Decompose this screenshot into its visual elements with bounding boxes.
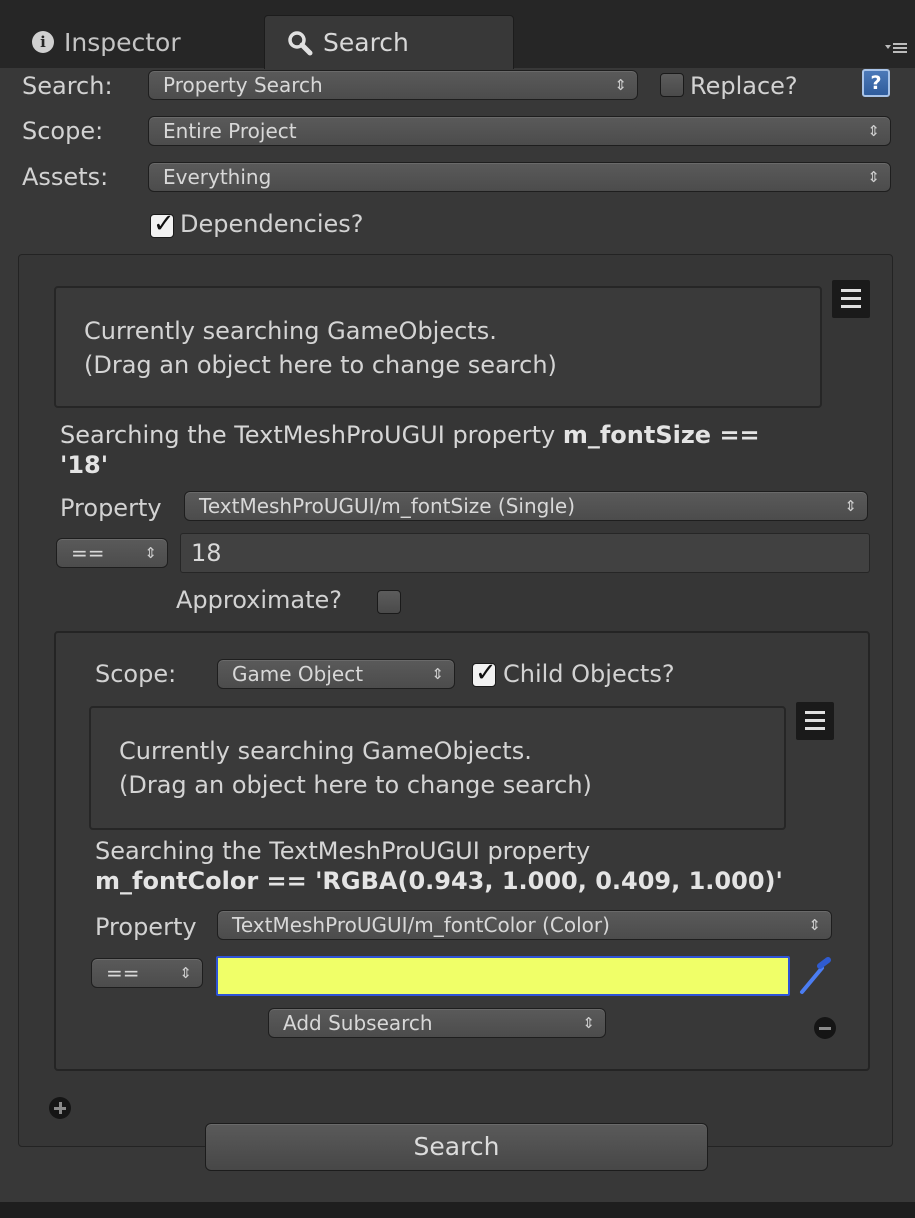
subsearch-property-label: Property [95, 913, 197, 941]
drop-zone-line2: (Drag an object here to change search) [84, 351, 557, 379]
approximate-checkbox[interactable] [377, 590, 401, 614]
subsearch-drop-zone[interactable]: Currently searching GameObjects. (Drag a… [89, 706, 786, 830]
hamburger-menu-icon[interactable] [832, 280, 870, 318]
dropdown-arrows-icon: ⇕ [431, 665, 444, 683]
tab-search-label: Search [323, 28, 409, 57]
subsearch-drop-line2: (Drag an object here to change search) [119, 771, 592, 799]
checkmark-icon: ✓ [475, 658, 497, 688]
description-condition: m_fontSize == [562, 421, 760, 449]
subsearch-scope-dropdown[interactable]: Game Object ⇕ [217, 659, 455, 689]
child-objects-checkbox[interactable]: ✓ [472, 658, 497, 688]
search-button[interactable]: Search [205, 1123, 708, 1171]
child-objects-label: Child Objects? [503, 660, 675, 688]
scope-dropdown[interactable]: Entire Project ⇕ [148, 116, 891, 146]
remove-icon[interactable] [814, 1017, 836, 1039]
dropdown-arrows-icon: ⇕ [808, 916, 821, 934]
subsearch-property-dropdown[interactable]: TextMeshProUGUI/m_fontColor (Color) ⇕ [217, 910, 832, 940]
assets-dropdown[interactable]: Everything ⇕ [148, 162, 891, 192]
search-mode-label: Search: [22, 72, 113, 100]
dropdown-arrows-icon: ⇕ [867, 122, 880, 140]
search-mode-value: Property Search [163, 73, 323, 97]
magnifier-icon [288, 30, 313, 55]
property-dropdown[interactable]: TextMeshProUGUI/m_fontSize (Single) ⇕ [184, 491, 868, 521]
dependencies-checkbox[interactable]: ✓ [150, 209, 175, 239]
search-mode-dropdown[interactable]: Property Search ⇕ [148, 70, 638, 100]
info-icon: i [32, 31, 54, 53]
tab-inspector-label: Inspector [64, 27, 181, 57]
subsearch-property-value: TextMeshProUGUI/m_fontColor (Color) [232, 913, 610, 937]
tab-inspector[interactable]: i Inspector [32, 15, 262, 69]
hamburger-menu-icon[interactable] [796, 702, 834, 740]
operator-value: == [71, 541, 105, 565]
dropdown-arrows-icon: ⇕ [867, 168, 880, 186]
dropdown-arrows-icon: ⇕ [144, 544, 157, 562]
subsearch-description: Searching the TextMeshProUGUI property m… [95, 836, 865, 896]
subsearch-operator-value: == [106, 961, 140, 985]
assets-label: Assets: [22, 163, 109, 191]
add-subsearch-dropdown[interactable]: Add Subsearch ⇕ [268, 1008, 606, 1038]
description-value: '18' [60, 451, 109, 479]
color-field[interactable] [216, 956, 790, 996]
description-prefix: Searching the TextMeshProUGUI property [60, 421, 563, 449]
operator-dropdown[interactable]: == ⇕ [56, 538, 168, 568]
assets-value: Everything [163, 165, 272, 189]
search-description: Searching the TextMeshProUGUI property m… [60, 420, 860, 480]
add-subsearch-label: Add Subsearch [283, 1011, 433, 1035]
approximate-label: Approximate? [176, 586, 343, 614]
search-window: i Inspector Search Search: Property Sear… [0, 0, 915, 1218]
subsearch-drop-line1: Currently searching GameObjects. [119, 737, 532, 765]
dropdown-arrows-icon: ⇕ [582, 1014, 595, 1032]
property-value: TextMeshProUGUI/m_fontSize (Single) [199, 494, 576, 518]
dropdown-arrows-icon: ⇕ [614, 76, 627, 94]
eyedropper-icon[interactable] [796, 956, 834, 996]
scope-value: Entire Project [163, 119, 297, 143]
value-input[interactable]: 18 [180, 533, 870, 573]
object-drop-zone[interactable]: Currently searching GameObjects. (Drag a… [54, 286, 822, 408]
help-icon[interactable]: ? [862, 69, 890, 97]
subsearch-description-prefix: Searching the TextMeshProUGUI property [95, 837, 591, 865]
dropdown-arrows-icon: ⇕ [844, 497, 857, 515]
replace-label: Replace? [690, 72, 798, 100]
scope-label: Scope: [22, 117, 104, 145]
drop-zone-line1: Currently searching GameObjects. [84, 317, 497, 345]
subsearch-scope-label: Scope: [95, 660, 177, 688]
subsearch-description-condition: m_fontColor == 'RGBA(0.943, 1.000, 0.409… [95, 867, 783, 895]
subsearch-scope-value: Game Object [232, 662, 364, 686]
dropdown-arrows-icon: ⇕ [179, 964, 192, 982]
replace-checkbox[interactable] [660, 73, 684, 97]
tab-menu-icon[interactable] [885, 40, 907, 56]
add-icon[interactable] [49, 1097, 71, 1119]
dependencies-label: Dependencies? [180, 210, 364, 238]
tab-search[interactable]: Search [264, 15, 514, 69]
subsearch-operator-dropdown[interactable]: == ⇕ [91, 958, 203, 988]
property-label: Property [60, 494, 162, 522]
checkmark-icon: ✓ [153, 209, 175, 239]
tab-bar: i Inspector Search [0, 0, 915, 69]
window-bottom-edge [0, 1202, 915, 1218]
